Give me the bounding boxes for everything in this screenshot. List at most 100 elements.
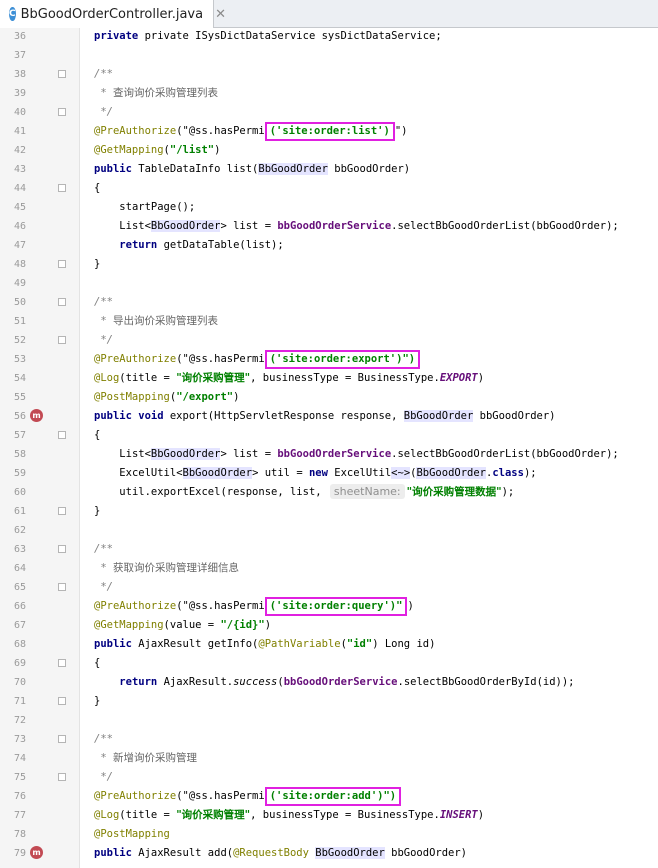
line-number: 60 (13, 487, 26, 498)
code-content: @GetMapping("/list") (94, 144, 221, 156)
line-number: 42 (13, 145, 26, 156)
code-line[interactable]: 76 @PreAuthorize("@ss.hasPermi ('site:orde… (0, 787, 658, 806)
code-line[interactable]: 43 public TableDataInfo list(BbGoodOrder … (0, 160, 658, 179)
code-line[interactable]: 65 */ (0, 578, 658, 597)
line-number: 48 (13, 259, 26, 270)
code-line[interactable]: 61} (0, 502, 658, 521)
code-line[interactable]: 69 { (0, 654, 658, 673)
code-line[interactable]: 42 @GetMapping("/list") (0, 141, 658, 160)
method-implementation-icon[interactable]: m (30, 846, 43, 859)
fold-icon[interactable] (58, 545, 66, 553)
method-implementation-icon[interactable]: m (30, 409, 43, 422)
code-line[interactable]: 78 @PostMapping (0, 825, 658, 844)
line-number: 61 (13, 506, 26, 517)
code-line[interactable]: 52 */ (0, 331, 658, 350)
fold-icon[interactable] (58, 108, 66, 116)
line-number: 44 (13, 183, 26, 194)
code-line[interactable]: 59 ExcelUtil<BbGoodOrder> util = new Exc… (0, 464, 658, 483)
code-line[interactable]: 55 @PostMapping("/export") (0, 388, 658, 407)
fold-icon[interactable] (58, 431, 66, 439)
code-content: public AjaxResult getInfo(@PathVariable(… (94, 638, 436, 650)
code-content: public void export(HttpServletResponse r… (94, 410, 556, 422)
code-content: /** (94, 543, 113, 555)
code-line[interactable]: 68 public AjaxResult getInfo(@PathVariabl… (0, 635, 658, 654)
code-line[interactable]: 79 m public AjaxResult add(@RequestBody Bb… (0, 844, 658, 863)
fold-icon[interactable] (58, 773, 66, 781)
code-line[interactable]: 57 { (0, 426, 658, 445)
fold-icon[interactable] (58, 184, 66, 192)
fold-icon[interactable] (58, 735, 66, 743)
code-content: * 获取询价采购管理详细信息 (94, 562, 239, 574)
fold-icon[interactable] (58, 70, 66, 78)
code-line[interactable]: 39 * 查询询价采购管理列表 (0, 84, 658, 103)
fold-icon[interactable] (58, 336, 66, 344)
code-line[interactable]: 37 (0, 46, 658, 65)
code-line[interactable]: 36 private private ISysDictDataService sy… (0, 27, 658, 46)
line-number: 76 (13, 791, 26, 802)
line-number: 46 (13, 221, 26, 232)
comment-text: 查询询价采购管理列表 (112, 87, 218, 99)
code-line[interactable]: 77 @Log(title = "询价采购管理", businessType = … (0, 806, 658, 825)
highlight-box-add: ('site:order:add')") (264, 787, 402, 806)
line-number: 70 (13, 677, 26, 688)
line-number: 67 (13, 620, 26, 631)
line-number: 71 (13, 696, 26, 707)
code-line[interactable]: 45 startPage(); (0, 198, 658, 217)
code-line[interactable]: 49 (0, 274, 658, 293)
code-editor[interactable]: 36 private private ISysDictDataService sy… (0, 28, 658, 868)
code-line[interactable]: 46 List<BbGoodOrder> list = bbGoodOrderS… (0, 217, 658, 236)
code-line[interactable]: 50 /** (0, 293, 658, 312)
line-number: 41 (13, 126, 26, 137)
close-icon[interactable]: ✕ (215, 7, 226, 22)
code-line[interactable]: 70 return AjaxResult.success(bbGoodOrder… (0, 673, 658, 692)
fold-icon[interactable] (58, 298, 66, 306)
fold-icon[interactable] (58, 507, 66, 515)
fold-icon[interactable] (58, 659, 66, 667)
code-content: ExcelUtil<BbGoodOrder> util = new ExcelU… (119, 467, 537, 479)
code-line[interactable]: 44 { (0, 179, 658, 198)
code-line[interactable]: 71} (0, 692, 658, 711)
code-content: return AjaxResult.success(bbGoodOrderSer… (119, 676, 575, 688)
code-line[interactable]: 58 List<BbGoodOrder> list = bbGoodOrderS… (0, 445, 658, 464)
code-line[interactable]: 72 (0, 711, 658, 730)
code-line[interactable]: 53 @PreAuthorize("@ss.hasPermi ('site:orde… (0, 350, 658, 369)
code-line[interactable]: 75 */ (0, 768, 658, 787)
line-number: 43 (13, 164, 26, 175)
code-line[interactable]: 63 /** (0, 540, 658, 559)
line-number: 36 (13, 31, 26, 42)
code-line[interactable]: 64 * 获取询价采购管理详细信息 (0, 559, 658, 578)
line-number: 79 (13, 848, 26, 859)
line-number: 73 (13, 734, 26, 745)
line-number: 45 (13, 202, 26, 213)
line-number: 64 (13, 563, 26, 574)
code-line[interactable]: 48} (0, 255, 658, 274)
line-number: 39 (13, 88, 26, 99)
tab-bbgoodordercontroller[interactable]: C BbGoodOrderController.java ✕ (0, 0, 226, 28)
code-line[interactable]: 60 util.exportExcel(response, list, shee… (0, 483, 658, 502)
code-content: @Log(title = "询价采购管理", businessType = Bu… (94, 372, 485, 384)
fold-icon[interactable] (58, 697, 66, 705)
code-line[interactable]: 47 return getDataTable(list); (0, 236, 658, 255)
code-content: @PreAuthorize("@ss.hasPermi ('site:order:… (94, 787, 402, 806)
code-line[interactable]: 73 /** (0, 730, 658, 749)
fold-icon[interactable] (58, 260, 66, 268)
parameter-hint: sheetName: (329, 484, 405, 499)
tab-title: BbGoodOrderController.java (20, 6, 204, 22)
code-line[interactable]: 54 @Log(title = "询价采购管理", businessType = … (0, 369, 658, 388)
code-line[interactable]: 51 * 导出询价采购管理列表 (0, 312, 658, 331)
code-line[interactable]: 66 @PreAuthorize("@ss.hasPermi ('site:orde… (0, 597, 658, 616)
code-content: @PostMapping("/export") (94, 391, 240, 403)
code-line[interactable]: 67 @GetMapping(value = "/{id}") (0, 616, 658, 635)
code-line[interactable]: 74 * 新增询价采购管理 (0, 749, 658, 768)
code-line[interactable]: 41 @PreAuthorize("@ss.hasPermi ('site:orde… (0, 122, 658, 141)
line-number: 51 (13, 316, 26, 327)
code-line[interactable]: 38 /** (0, 65, 658, 84)
code-content: @PreAuthorize("@ss.hasPermi ('site:order:… (94, 350, 421, 369)
line-number: 78 (13, 829, 26, 840)
code-content: startPage(); (119, 201, 196, 213)
fold-icon[interactable] (58, 583, 66, 591)
line-number: 49 (13, 278, 26, 289)
code-line[interactable]: 62 (0, 521, 658, 540)
code-line[interactable]: 56 m public void export(HttpServletRespons… (0, 407, 658, 426)
code-line[interactable]: 40 */ (0, 103, 658, 122)
